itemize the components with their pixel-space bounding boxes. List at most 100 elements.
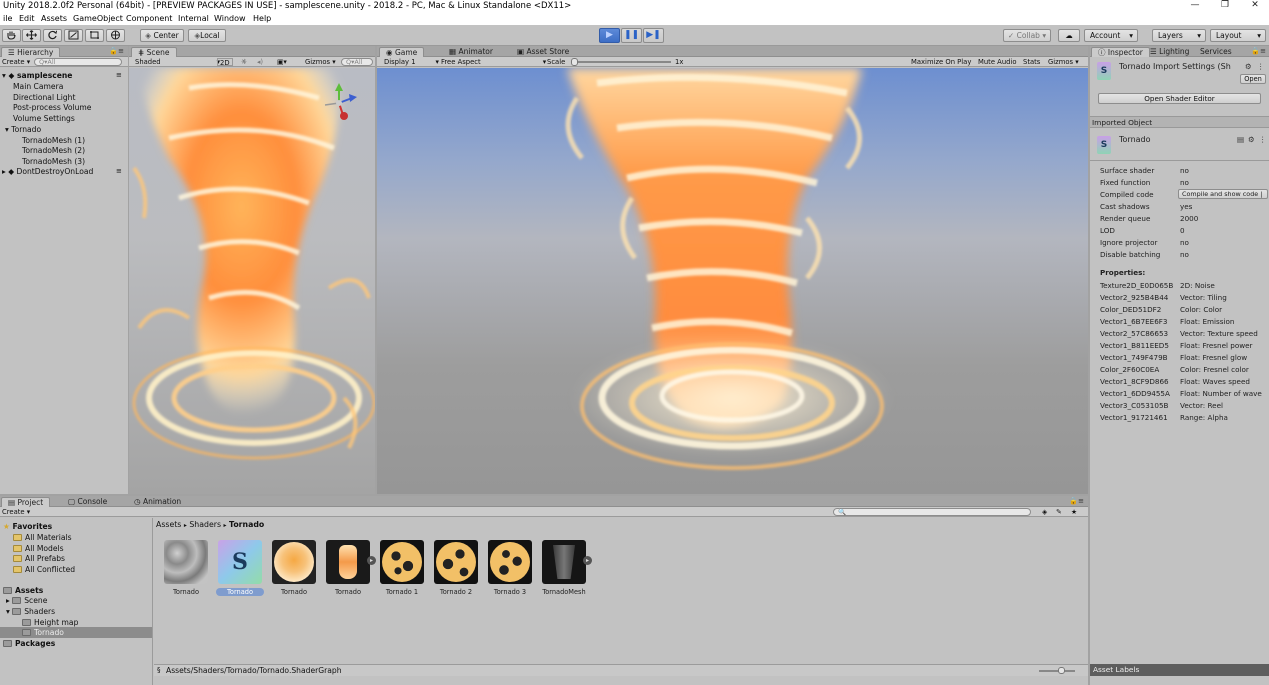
asset-tile[interactable]: Tornado: [270, 540, 318, 596]
thumbnail-size-slider[interactable]: [1039, 670, 1075, 672]
filter-type-icon[interactable]: ◈: [1042, 508, 1047, 516]
gizmos-dropdown[interactable]: Gizmos ▾: [1048, 58, 1079, 66]
favorite-item[interactable]: All Conflicted: [13, 565, 75, 574]
tree-item[interactable]: ▾ Shaders: [6, 607, 55, 616]
restore-button[interactable]: ❐: [1210, 0, 1240, 12]
favorite-star-icon[interactable]: ★: [1071, 508, 1077, 516]
menu-internal[interactable]: Internal: [178, 14, 209, 23]
expand-prefab-icon[interactable]: ▸: [367, 556, 376, 565]
scale-tool-icon[interactable]: [64, 29, 83, 42]
2d-toggle[interactable]: 2D: [217, 58, 233, 67]
shading-mode-dropdown[interactable]: Shaded ▾: [135, 58, 220, 66]
step-button[interactable]: ▶❚: [643, 28, 664, 43]
breadcrumb-item[interactable]: Assets: [156, 520, 181, 529]
tab-lighting[interactable]: ☰ Lighting: [1144, 47, 1195, 57]
favorites-section[interactable]: ★ Favorites: [3, 522, 52, 531]
compile-show-code-button[interactable]: Compile and show code |: [1178, 189, 1268, 199]
tab-game[interactable]: ◉ Game: [379, 47, 425, 57]
breadcrumb-item-current[interactable]: Tornado: [229, 520, 264, 529]
display-dropdown[interactable]: Display 1 ▾: [384, 58, 439, 66]
packages-section[interactable]: Packages: [3, 639, 55, 648]
tab-project[interactable]: ▤ Project: [1, 497, 51, 507]
mute-audio-toggle[interactable]: Mute Audio: [978, 58, 1017, 66]
scale-slider-track[interactable]: [571, 61, 671, 63]
expand-mesh-icon[interactable]: ▸: [583, 556, 592, 565]
asset-tile[interactable]: Tornado 3: [486, 540, 534, 596]
scene-menu-icon[interactable]: ≡: [116, 167, 122, 175]
tab-asset-store[interactable]: ▣ Asset Store: [511, 47, 575, 57]
game-viewport[interactable]: [377, 68, 1088, 494]
lighting-toggle-icon[interactable]: ☼: [241, 58, 247, 66]
hand-tool-icon[interactable]: [2, 29, 21, 42]
filter-label-icon[interactable]: ✎: [1056, 508, 1062, 516]
hierarchy-item[interactable]: TornadoMesh (1): [22, 136, 85, 145]
pause-button[interactable]: ❚❚: [621, 28, 642, 43]
asset-labels-bar[interactable]: Asset Labels: [1090, 664, 1269, 676]
thumbnail-size-thumb[interactable]: [1058, 667, 1065, 674]
settings-icon[interactable]: ⚙: [1248, 135, 1255, 144]
menu-help[interactable]: Help: [253, 14, 271, 23]
hierarchy-item[interactable]: Directional Light: [13, 93, 75, 102]
close-button[interactable]: ✕: [1240, 0, 1269, 12]
scene-menu-icon[interactable]: ≡: [116, 71, 122, 79]
menu-window[interactable]: Window: [214, 14, 246, 23]
panel-menu-icon[interactable]: 🔒≡: [1069, 497, 1084, 505]
menu-assets[interactable]: Assets: [41, 14, 67, 23]
scene-root[interactable]: ▾ ◆ samplescene: [2, 71, 72, 80]
favorite-item[interactable]: All Materials: [13, 533, 72, 542]
move-tool-icon[interactable]: [22, 29, 41, 42]
tree-item[interactable]: ▸ Scene: [6, 596, 47, 605]
more-icon[interactable]: ⋮: [1257, 62, 1265, 71]
asset-tile[interactable]: TornadoMesh: [540, 540, 588, 596]
scene-search-input[interactable]: Q▾All: [341, 58, 373, 66]
cloud-icon[interactable]: ☁: [1058, 29, 1080, 42]
menu-gameobject[interactable]: GameObject: [73, 14, 123, 23]
play-button[interactable]: ▶: [599, 28, 620, 43]
open-button[interactable]: Open: [1240, 74, 1266, 84]
favorite-item[interactable]: All Models: [13, 544, 64, 553]
tab-scene[interactable]: ⋕ Scene: [131, 47, 177, 57]
breadcrumb-item[interactable]: Shaders: [189, 520, 221, 529]
panel-menu-icon[interactable]: 🔒≡: [109, 47, 124, 55]
asset-tile[interactable]: Tornado: [162, 540, 210, 596]
hierarchy-search-input[interactable]: Q▾All: [34, 58, 122, 66]
asset-tile-selected[interactable]: S Tornado: [216, 540, 264, 596]
pivot-space-toggle[interactable]: ◈Local: [188, 29, 226, 42]
transform-tool-icon[interactable]: [106, 29, 125, 42]
menu-file[interactable]: ile: [3, 14, 12, 23]
settings-icon[interactable]: ⚙: [1245, 62, 1252, 71]
create-dropdown[interactable]: Create ▾: [2, 58, 30, 66]
assets-section[interactable]: Assets: [3, 586, 43, 595]
minimize-button[interactable]: —: [1180, 0, 1210, 12]
project-search-input[interactable]: 🔍: [833, 508, 1031, 516]
tab-animator[interactable]: ▦ Animator: [443, 47, 499, 57]
more-icon[interactable]: ⋮: [1259, 135, 1267, 144]
rect-tool-icon[interactable]: [85, 29, 104, 42]
effects-dropdown-icon[interactable]: ▣▾: [277, 58, 287, 66]
panel-menu-icon[interactable]: 🔒≡: [1251, 47, 1266, 55]
tree-item[interactable]: Height map: [22, 618, 78, 627]
scale-slider-thumb[interactable]: [571, 58, 578, 66]
layers-dropdown[interactable]: Layers ▾: [1152, 29, 1206, 42]
gizmos-dropdown[interactable]: Gizmos ▾: [305, 58, 336, 66]
account-dropdown[interactable]: Account ▾: [1084, 29, 1138, 42]
tab-console[interactable]: ▢ Console: [62, 497, 113, 507]
audio-toggle-icon[interactable]: ◂): [257, 58, 263, 66]
tab-services[interactable]: Services: [1194, 47, 1238, 57]
open-shader-editor-button[interactable]: Open Shader Editor: [1098, 93, 1261, 104]
hierarchy-item[interactable]: Volume Settings: [13, 114, 75, 123]
asset-tile[interactable]: Tornado 2: [432, 540, 480, 596]
menu-component[interactable]: Component: [126, 14, 172, 23]
stats-toggle[interactable]: Stats: [1023, 58, 1040, 66]
hierarchy-item[interactable]: TornadoMesh (2): [22, 146, 85, 155]
favorite-item[interactable]: All Prefabs: [13, 554, 65, 563]
asset-tile[interactable]: Tornado: [324, 540, 372, 596]
hierarchy-item[interactable]: Main Camera: [13, 82, 63, 91]
tab-hierarchy[interactable]: ☰ Hierarchy: [1, 47, 61, 57]
layout-dropdown[interactable]: Layout ▾: [1210, 29, 1266, 42]
help-icon[interactable]: ▤: [1237, 135, 1244, 144]
dontdestroy-root[interactable]: ▸ ◆ DontDestroyOnLoad: [2, 167, 93, 176]
tab-animation[interactable]: ◷ Animation: [128, 497, 187, 507]
menu-edit[interactable]: Edit: [19, 14, 35, 23]
maximize-on-play-toggle[interactable]: Maximize On Play: [911, 58, 971, 66]
